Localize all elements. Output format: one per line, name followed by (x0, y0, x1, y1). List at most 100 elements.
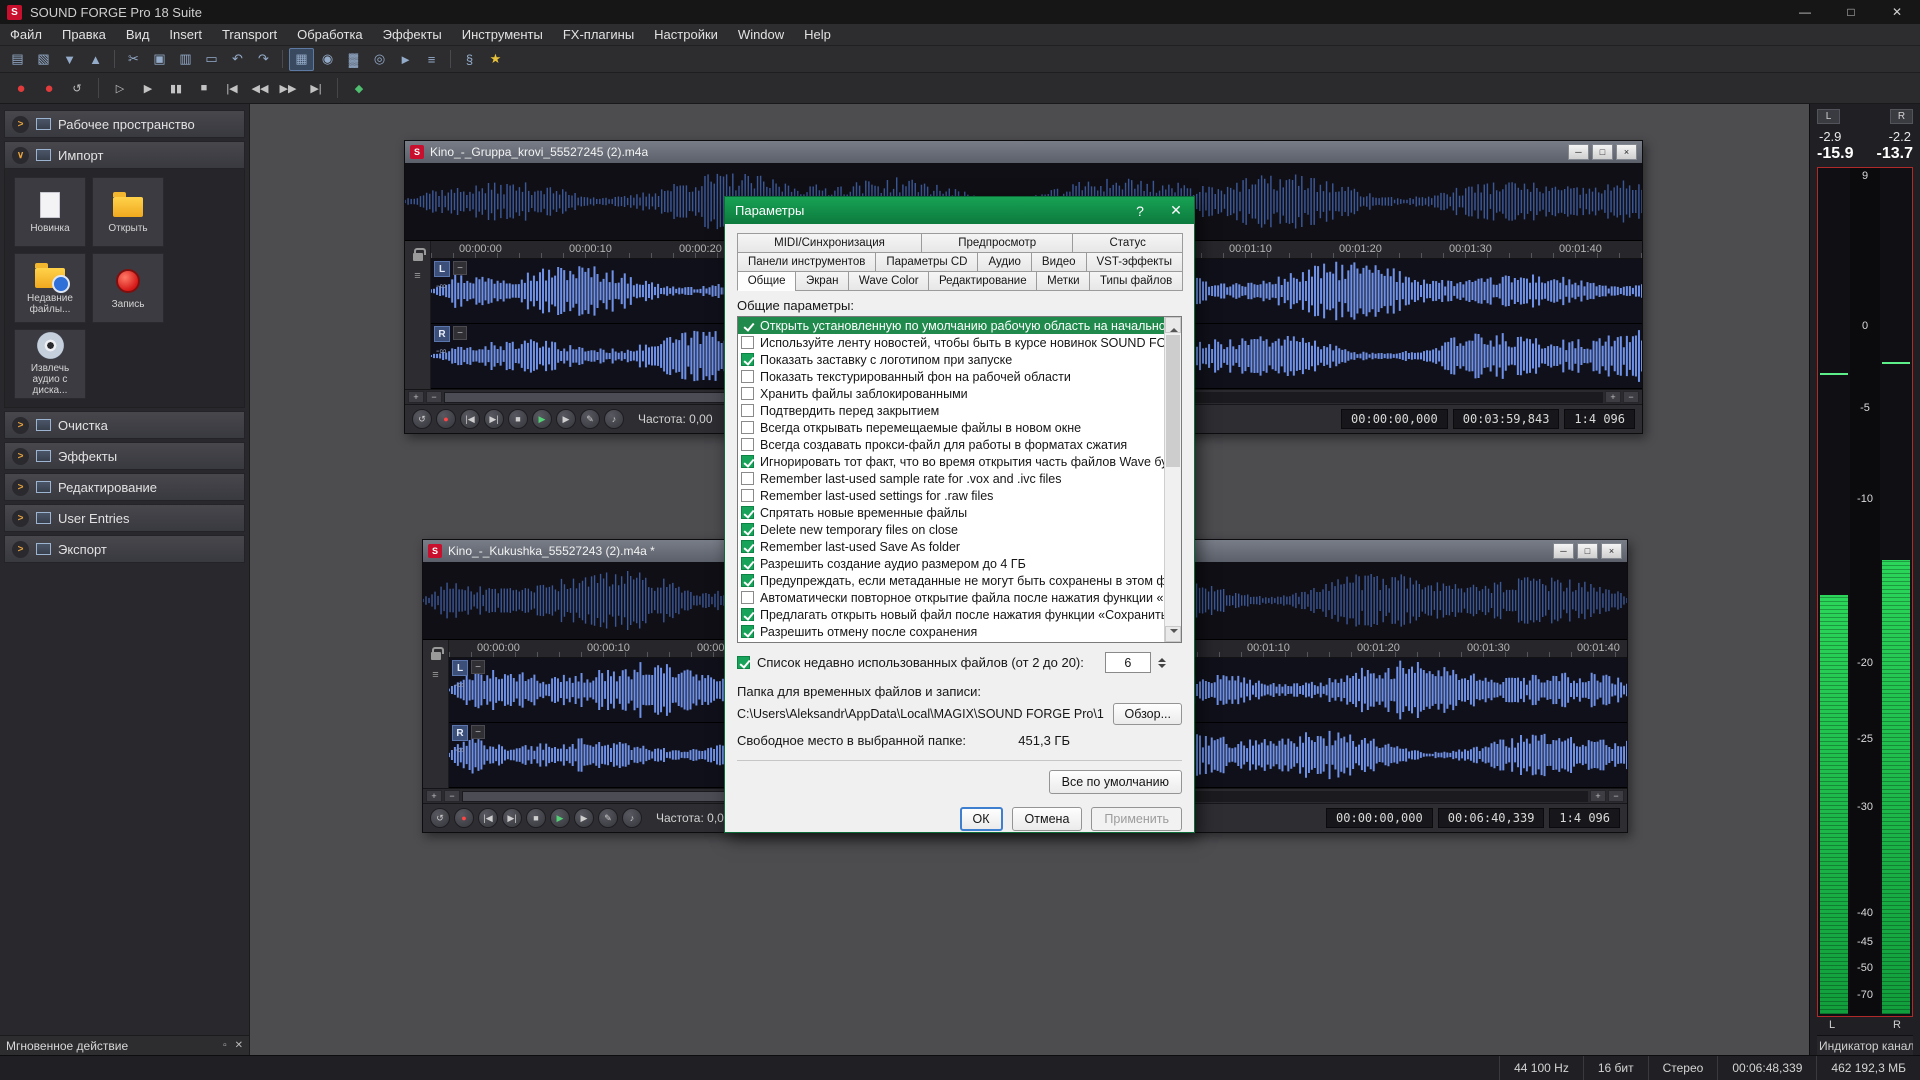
go-to-start-button[interactable]: |◀ (460, 409, 480, 429)
play-button[interactable]: ▶ (135, 76, 161, 100)
tile-new[interactable]: Новинка (14, 177, 86, 247)
tab-0-2[interactable]: Статус (1072, 233, 1183, 253)
option-row-11[interactable]: Спрятать новые временные файлы (738, 504, 1164, 521)
option-checkbox[interactable] (741, 557, 754, 570)
option-checkbox[interactable] (741, 455, 754, 468)
tab-1-3[interactable]: Видео (1031, 252, 1087, 272)
sidebar-section-effects[interactable]: >Эффекты (4, 442, 245, 470)
scroll-up-icon[interactable] (1165, 317, 1181, 333)
option-row-13[interactable]: Remember last-used Save As folder (738, 538, 1164, 555)
tab-0-1[interactable]: Предпросмотр (921, 233, 1073, 253)
sidebar-section-cleaning[interactable]: >Очистка (4, 411, 245, 439)
tab-2-2[interactable]: Wave Color (848, 271, 929, 291)
tab-2-1[interactable]: Экран (795, 271, 849, 291)
option-row-6[interactable]: Всегда открывать перемещаемые файлы в но… (738, 419, 1164, 436)
dialog-help-button[interactable]: ? (1122, 197, 1158, 224)
ok-button[interactable]: ОК (960, 807, 1003, 831)
option-row-1[interactable]: Используйте ленту новостей, чтобы быть в… (738, 334, 1164, 351)
go-to-end-button[interactable]: ▶| (303, 76, 329, 100)
dialog-titlebar[interactable]: Параметры ? ✕ (725, 197, 1194, 224)
loop-playback-button[interactable]: ↺ (430, 808, 450, 828)
menu-item-1[interactable]: Правка (52, 24, 116, 45)
record-options-button[interactable]: ◉ (315, 48, 340, 71)
meter-tab-right[interactable]: R (1890, 109, 1913, 124)
tab-2-5[interactable]: Типы файлов (1089, 271, 1183, 291)
position-field[interactable]: 00:00:00,000 (1326, 808, 1433, 828)
menu-item-11[interactable]: Help (794, 24, 841, 45)
record-button[interactable]: ● (436, 409, 456, 429)
option-row-16[interactable]: Автоматически повторное открытие файла п… (738, 589, 1164, 606)
stop-button[interactable]: ■ (191, 76, 217, 100)
options-scrollbar[interactable] (1164, 317, 1181, 642)
stop-button[interactable]: ■ (526, 808, 546, 828)
option-row-18[interactable]: Разрешить отмену после сохранения (738, 623, 1164, 640)
pause-button[interactable]: ▮▮ (163, 76, 189, 100)
tile-open[interactable]: Открыть (92, 177, 164, 247)
menu-item-5[interactable]: Обработка (287, 24, 373, 45)
redo-button[interactable]: ↷ (251, 48, 276, 71)
tab-1-4[interactable]: VST-эффекты (1086, 252, 1183, 272)
close-panel-icon[interactable]: ✕ (235, 1040, 243, 1051)
option-checkbox[interactable] (741, 540, 754, 553)
close-button[interactable]: ✕ (1874, 0, 1920, 24)
sidebar-section-export[interactable]: >Экспорт (4, 535, 245, 563)
tab-2-0[interactable]: Общие (737, 271, 796, 291)
zoom-button[interactable]: − (1623, 391, 1639, 403)
sidebar-section-workspace[interactable]: >Рабочее пространство (4, 110, 245, 138)
sidebar-section-editing[interactable]: >Редактирование (4, 473, 245, 501)
play-plain-button[interactable]: ▶ (574, 808, 594, 828)
option-checkbox[interactable] (741, 404, 754, 417)
option-checkbox[interactable] (741, 523, 754, 536)
go-to-end-button[interactable]: ▶| (502, 808, 522, 828)
save-file-button[interactable]: ▼ (57, 48, 82, 71)
length-field[interactable]: 00:06:40,339 (1438, 808, 1545, 828)
option-checkbox[interactable] (741, 336, 754, 349)
menu-item-9[interactable]: Настройки (644, 24, 728, 45)
zoom-button[interactable]: + (1590, 790, 1606, 802)
arm-record-button[interactable]: ● (36, 76, 62, 100)
collapse-button[interactable]: − (453, 261, 467, 275)
channel-meters-button[interactable]: ▦ (289, 48, 314, 71)
zoom-tool-button[interactable]: ◎ (367, 48, 392, 71)
menu-item-10[interactable]: Window (728, 24, 794, 45)
close-button[interactable]: × (1616, 144, 1637, 160)
snap-toggle-button[interactable]: ≡ (419, 48, 444, 71)
rewind-button[interactable]: ◀◀ (247, 76, 273, 100)
scroll-thumb[interactable] (1166, 335, 1180, 467)
zoom-ratio-field[interactable]: 1:4 096 (1564, 409, 1635, 429)
minimize-button[interactable]: ─ (1568, 144, 1589, 160)
option-row-10[interactable]: Remember last-used settings for .raw fil… (738, 487, 1164, 504)
tab-1-1[interactable]: Параметры CD (875, 252, 978, 272)
tile-rip-cd[interactable]: Извлечь аудио с диска... (14, 329, 86, 399)
collapse-button[interactable]: − (471, 725, 485, 739)
sidebar-section-import[interactable]: ∨Импорт (4, 141, 245, 169)
close-button[interactable]: × (1601, 543, 1622, 559)
spinner-buttons[interactable] (1158, 654, 1166, 672)
apply-button[interactable]: Применить (1091, 807, 1182, 831)
edit-tool-button[interactable]: ► (393, 48, 418, 71)
fast-forward-button[interactable]: ▶▶ (275, 76, 301, 100)
go-to-start-button[interactable]: |◀ (478, 808, 498, 828)
option-checkbox[interactable] (741, 608, 754, 621)
restore-button[interactable]: □ (1577, 543, 1598, 559)
undo-button[interactable]: ↶ (225, 48, 250, 71)
option-checkbox[interactable] (741, 489, 754, 502)
menu-item-2[interactable]: Вид (116, 24, 160, 45)
option-row-5[interactable]: Подтвердить перед закрытием (738, 402, 1164, 419)
menu-item-4[interactable]: Transport (212, 24, 287, 45)
loop-playback-button[interactable]: ↺ (412, 409, 432, 429)
zoom-button[interactable]: + (426, 790, 442, 802)
go-to-start-button[interactable]: |◀ (219, 76, 245, 100)
option-checkbox[interactable] (741, 353, 754, 366)
option-row-8[interactable]: Игнорировать тот факт, что во время откр… (738, 453, 1164, 470)
minimize-button[interactable]: ─ (1553, 543, 1574, 559)
tile-recent[interactable]: Недавние файлы... (14, 253, 86, 323)
cut-button[interactable]: ✂ (121, 48, 146, 71)
scroll-track[interactable] (1165, 333, 1181, 626)
menu-icon[interactable]: ≡ (432, 669, 438, 681)
zoom-button[interactable]: − (426, 391, 442, 403)
option-row-12[interactable]: Delete new temporary files on close (738, 521, 1164, 538)
tab-0-0[interactable]: MIDI/Синхронизация (737, 233, 922, 253)
tab-2-4[interactable]: Метки (1036, 271, 1090, 291)
option-row-15[interactable]: Предупреждать, если метаданные не могут … (738, 572, 1164, 589)
